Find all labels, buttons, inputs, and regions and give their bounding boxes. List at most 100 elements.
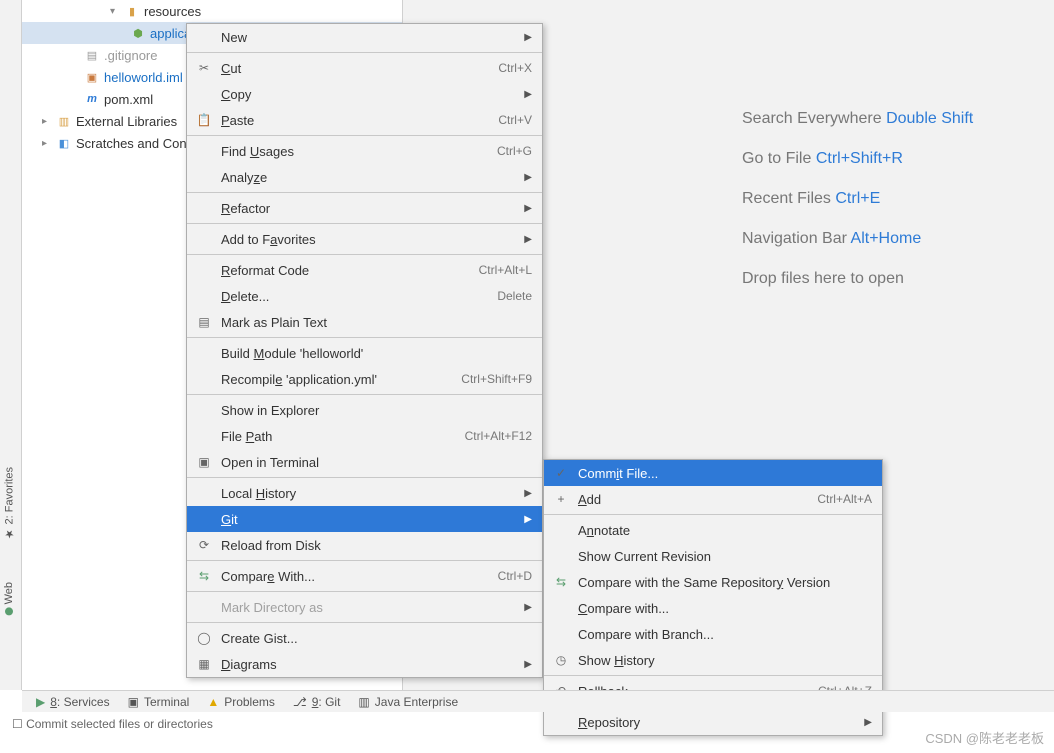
separator [187, 254, 542, 255]
history-icon: ◷ [552, 653, 570, 667]
separator [187, 52, 542, 53]
menu-cut[interactable]: ✂CutCtrl+X [187, 55, 542, 81]
text-icon: ▤ [195, 315, 213, 329]
welcome-panel: Search Everywhere Double Shift Go to Fil… [742, 110, 973, 310]
tab-services[interactable]: ▶8: Services [36, 695, 110, 709]
submenu-arrow-icon: ▶ [524, 203, 532, 214]
menu-find-usages[interactable]: Find UsagesCtrl+G [187, 138, 542, 164]
menu-annotate[interactable]: Annotate [544, 517, 882, 543]
submenu-arrow-icon: ▶ [524, 514, 532, 525]
tree-label: resources [144, 4, 201, 19]
libraries-icon: ▥ [56, 113, 72, 129]
submenu-arrow-icon: ▶ [524, 32, 532, 43]
menu-mark-directory: Mark Directory as▶ [187, 594, 542, 620]
watermark: CSDN @陈老老老板 [925, 728, 1044, 747]
menu-local-history[interactable]: Local History▶ [187, 480, 542, 506]
menu-delete[interactable]: Delete...Delete [187, 283, 542, 309]
menu-file-path[interactable]: File PathCtrl+Alt+F12 [187, 423, 542, 449]
welcome-gotofile: Go to File Ctrl+Shift+R [742, 150, 973, 168]
welcome-search: Search Everywhere Double Shift [742, 110, 973, 128]
separator [544, 514, 882, 515]
menu-show-history[interactable]: ◷Show History [544, 647, 882, 673]
compare-icon: ⇆ [552, 575, 570, 589]
menu-build-module[interactable]: Build Module 'helloworld' [187, 340, 542, 366]
separator [187, 223, 542, 224]
menu-copy[interactable]: Copy▶ [187, 81, 542, 107]
separator [187, 337, 542, 338]
paste-icon: 📋 [195, 113, 213, 127]
warning-icon: ▲ [207, 695, 219, 709]
submenu-arrow-icon: ▶ [864, 717, 872, 728]
cut-icon: ✂ [195, 61, 213, 75]
separator [187, 192, 542, 193]
shortcut: Double Shift [886, 110, 973, 127]
menu-recompile[interactable]: Recompile 'application.yml'Ctrl+Shift+F9 [187, 366, 542, 392]
submenu-arrow-icon: ▶ [524, 89, 532, 100]
menu-create-gist[interactable]: ◯Create Gist... [187, 625, 542, 651]
separator [187, 591, 542, 592]
shortcut: Alt+Home [851, 230, 922, 247]
tab-terminal[interactable]: ▣Terminal [128, 695, 190, 709]
menu-open-terminal[interactable]: ▣Open in Terminal [187, 449, 542, 475]
separator [187, 394, 542, 395]
tree-label: helloworld.iml [104, 70, 183, 85]
add-icon: + [552, 492, 570, 506]
menu-new[interactable]: New▶ [187, 24, 542, 50]
separator [544, 675, 882, 676]
tree-folder-resources[interactable]: ▾▮resources [22, 0, 402, 22]
menu-compare-branch[interactable]: Compare with Branch... [544, 621, 882, 647]
menu-git-add[interactable]: +AddCtrl+Alt+A [544, 486, 882, 512]
diagram-icon: ▦ [195, 657, 213, 671]
reload-icon: ⟳ [195, 538, 213, 552]
shortcut: Ctrl+Shift+R [816, 150, 903, 167]
tab-problems[interactable]: ▲Problems [207, 695, 275, 709]
folder-icon: ▮ [124, 3, 140, 19]
menu-repository[interactable]: Repository▶ [544, 709, 882, 735]
chevron-right-icon: ▸ [42, 138, 52, 149]
tree-label: .gitignore [104, 48, 157, 63]
menu-compare-with[interactable]: ⇆Compare With...Ctrl+D [187, 563, 542, 589]
menu-refactor[interactable]: Refactor▶ [187, 195, 542, 221]
menu-git[interactable]: Git▶ [187, 506, 542, 532]
file-icon: ▤ [84, 47, 100, 63]
git-icon: ⎇ [293, 695, 307, 709]
welcome-drop: Drop files here to open [742, 270, 973, 288]
separator [187, 135, 542, 136]
chevron-right-icon: ▸ [42, 116, 52, 127]
commit-icon: ✓ [552, 466, 570, 480]
menu-reload-disk[interactable]: ⟳Reload from Disk [187, 532, 542, 558]
tree-label: pom.xml [104, 92, 153, 107]
scratch-icon: ◧ [56, 135, 72, 151]
submenu-arrow-icon: ▶ [524, 488, 532, 499]
favorites-tab[interactable]: ★ 2: Favorites [3, 467, 16, 540]
menu-analyze[interactable]: Analyze▶ [187, 164, 542, 190]
separator [187, 622, 542, 623]
tree-label: External Libraries [76, 114, 177, 129]
tab-java-enterprise[interactable]: ▥Java Enterprise [358, 695, 458, 709]
web-tab[interactable]: Web [3, 582, 15, 615]
menu-show-explorer[interactable]: Show in Explorer [187, 397, 542, 423]
context-menu[interactable]: New▶ ✂CutCtrl+X Copy▶ 📋PasteCtrl+V Find … [186, 23, 543, 678]
services-icon: ▶ [36, 695, 45, 709]
maven-icon: m [84, 91, 100, 107]
menu-paste[interactable]: 📋PasteCtrl+V [187, 107, 542, 133]
iml-icon: ▣ [84, 69, 100, 85]
menu-diagrams[interactable]: ▦Diagrams▶ [187, 651, 542, 677]
compare-icon: ⇆ [195, 569, 213, 583]
terminal-icon: ▣ [128, 695, 139, 709]
shortcut: Ctrl+E [835, 190, 880, 207]
menu-plain-text[interactable]: ▤Mark as Plain Text [187, 309, 542, 335]
bottom-tool-bar: ▶8: Services ▣Terminal ▲Problems ⎇9: Git… [22, 690, 1054, 712]
tree-label: Scratches and Con [76, 136, 187, 151]
menu-reformat[interactable]: Reformat CodeCtrl+Alt+L [187, 257, 542, 283]
javaee-icon: ▥ [358, 695, 369, 709]
menu-compare-with-git[interactable]: Compare with... [544, 595, 882, 621]
menu-show-revision[interactable]: Show Current Revision [544, 543, 882, 569]
welcome-recent: Recent Files Ctrl+E [742, 190, 973, 208]
github-icon: ◯ [195, 631, 213, 645]
separator [187, 477, 542, 478]
menu-compare-same[interactable]: ⇆Compare with the Same Repository Versio… [544, 569, 882, 595]
tab-git[interactable]: ⎇9: Git [293, 695, 341, 709]
menu-favorites[interactable]: Add to Favorites▶ [187, 226, 542, 252]
menu-commit-file[interactable]: ✓Commit File... [544, 460, 882, 486]
